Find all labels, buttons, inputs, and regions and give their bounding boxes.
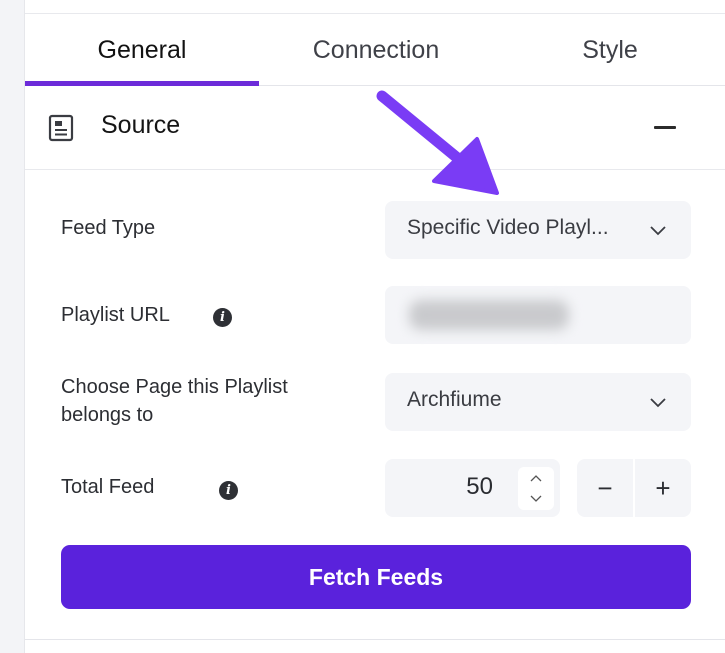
left-rail xyxy=(0,0,25,653)
playlist-url-label: Playlist URL xyxy=(61,304,170,326)
tab-style[interactable]: Style xyxy=(493,14,725,86)
page-label-line1: Choose Page this Playlist xyxy=(61,376,288,398)
chevron-down-icon xyxy=(530,495,542,502)
total-feed-value: 50 xyxy=(466,473,493,500)
info-icon[interactable]: i xyxy=(219,481,238,500)
spin-up-button[interactable] xyxy=(518,467,554,489)
tab-general[interactable]: General xyxy=(25,14,259,86)
fetch-feeds-button[interactable]: Fetch Feeds xyxy=(61,545,691,609)
chevron-down-icon xyxy=(650,398,666,408)
chevron-up-icon xyxy=(530,475,542,482)
tab-bar: General Connection Style xyxy=(25,14,725,86)
total-feed-label: Total Feed xyxy=(61,476,155,498)
tab-connection[interactable]: Connection xyxy=(259,14,493,86)
total-feed-input[interactable]: 50 xyxy=(385,459,560,517)
settings-panel: General Connection Style Source Feed Typ… xyxy=(25,0,725,653)
section-title: Source xyxy=(101,111,181,139)
feed-type-select[interactable]: Specific Video Playl... xyxy=(385,201,691,259)
minus-icon[interactable] xyxy=(654,126,676,129)
source-section-header[interactable]: Source xyxy=(25,86,725,170)
decrement-button[interactable]: − xyxy=(577,459,633,517)
redacted-url-value xyxy=(409,300,569,330)
increment-button[interactable]: + xyxy=(635,459,691,517)
page: General Connection Style Source Feed Typ… xyxy=(0,0,725,653)
page-select[interactable]: Archfiume xyxy=(385,373,691,431)
page-select-value: Archfiume xyxy=(407,388,502,411)
total-feed-stepper: − + xyxy=(577,459,691,517)
playlist-url-input[interactable] xyxy=(385,286,691,344)
document-icon xyxy=(48,114,74,142)
page-label-line2: belongs to xyxy=(61,404,154,426)
feed-type-value: Specific Video Playl... xyxy=(407,216,609,239)
info-icon[interactable]: i xyxy=(213,308,232,327)
divider xyxy=(25,639,725,640)
feed-type-label: Feed Type xyxy=(61,217,156,239)
spin-down-button[interactable] xyxy=(518,488,554,510)
chevron-down-icon xyxy=(650,226,666,236)
